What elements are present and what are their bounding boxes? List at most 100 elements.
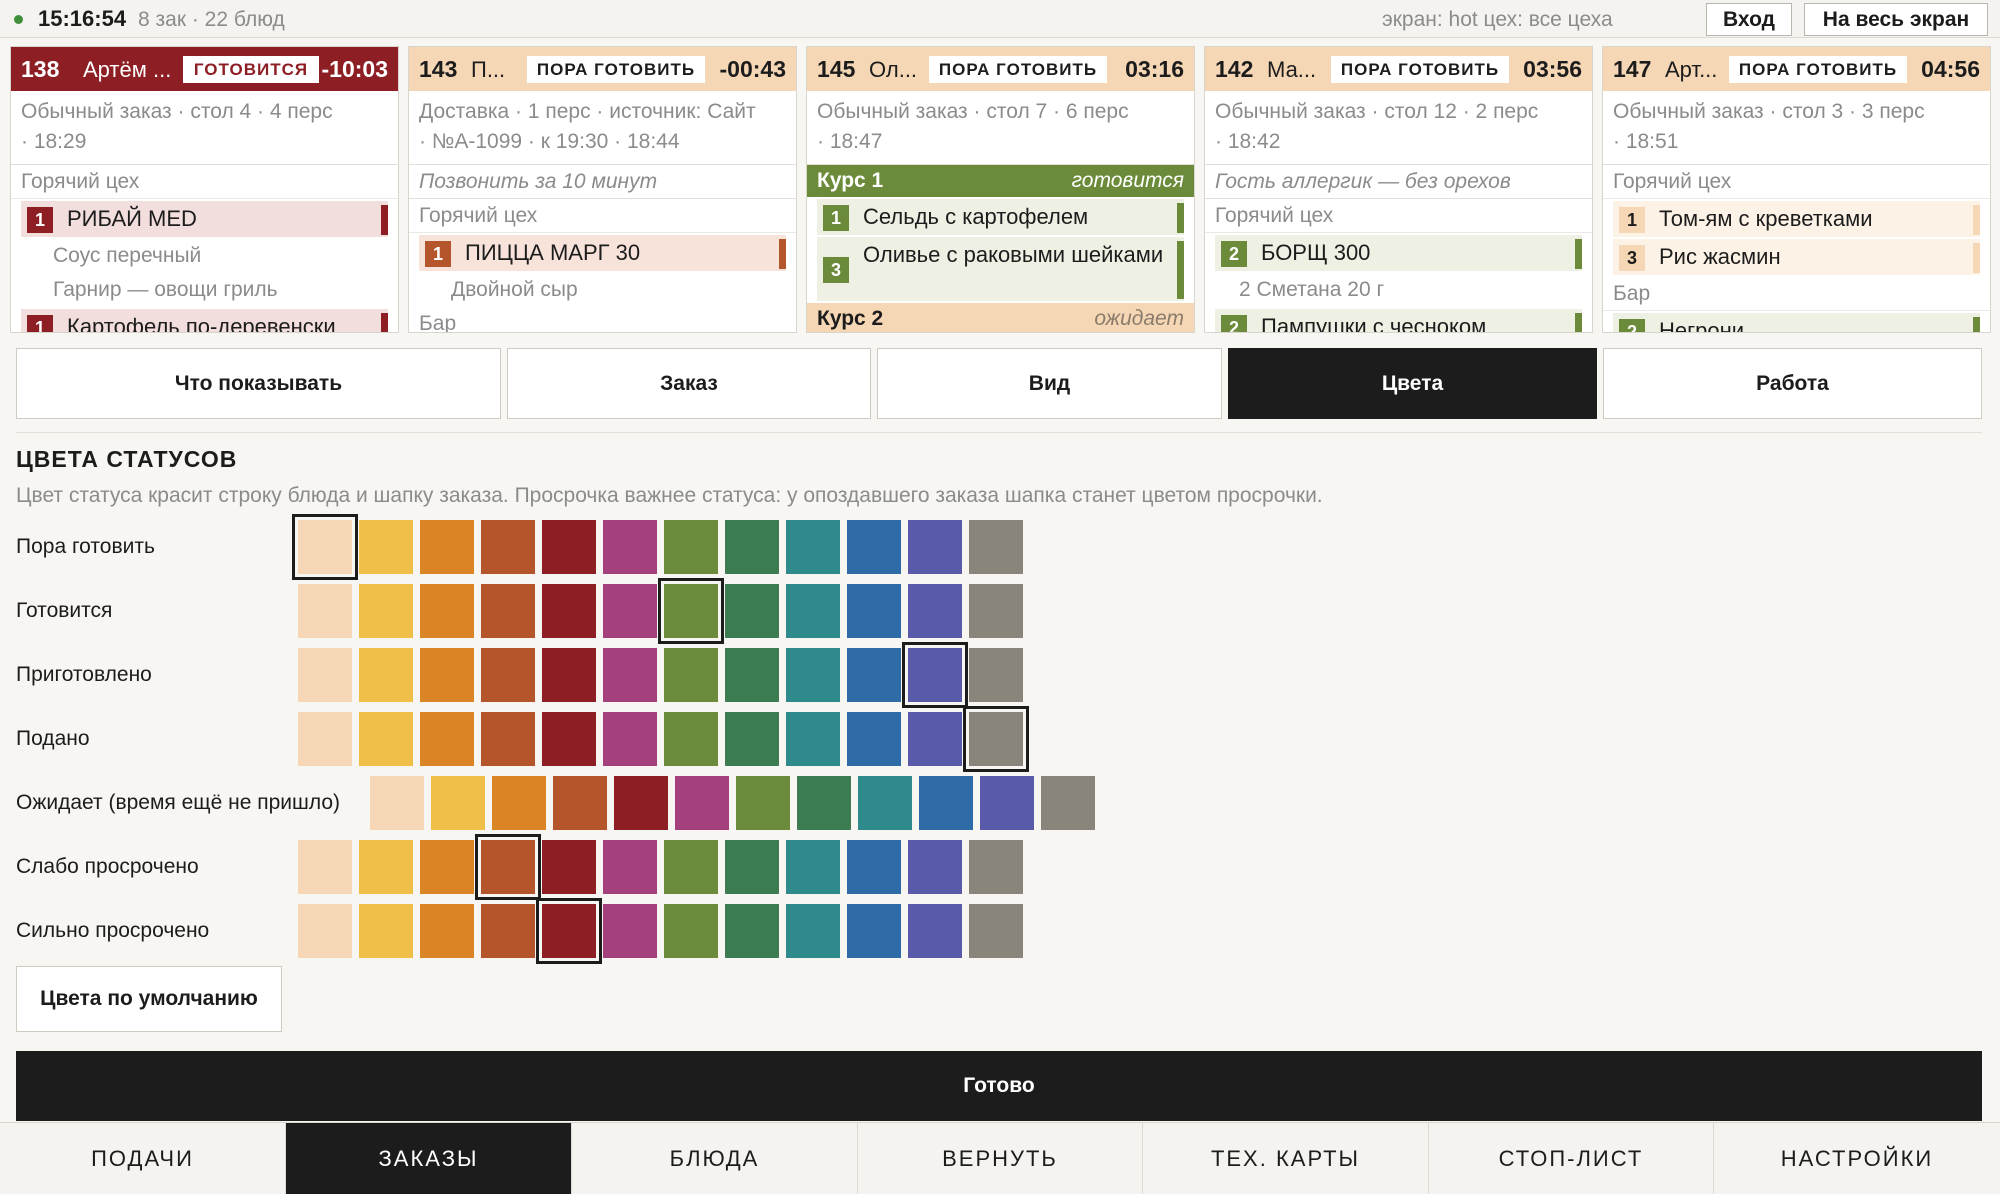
color-swatch[interactable] <box>475 834 541 900</box>
order-header[interactable]: 138 Артём ... ГОТОВИТСЯ -10:03 <box>11 47 398 91</box>
reset-colors-button[interactable]: Цвета по умолчанию <box>16 966 282 1032</box>
color-swatch[interactable] <box>847 712 901 766</box>
color-swatch[interactable] <box>603 648 657 702</box>
color-swatch[interactable] <box>298 712 352 766</box>
nav-dishes[interactable]: БЛЮДА <box>572 1123 858 1194</box>
color-swatch[interactable] <box>664 840 718 894</box>
tab-view[interactable]: Вид <box>877 348 1222 419</box>
tab-work[interactable]: Работа <box>1603 348 1982 419</box>
color-swatch[interactable] <box>481 712 535 766</box>
color-swatch[interactable] <box>797 776 851 830</box>
color-swatch[interactable] <box>786 648 840 702</box>
color-swatch[interactable] <box>359 648 413 702</box>
order-header[interactable]: 142 Ма... ПОРА ГОТОВИТЬ 03:56 <box>1205 47 1592 91</box>
color-swatch[interactable] <box>298 840 352 894</box>
fullscreen-button[interactable]: На весь экран <box>1804 3 1988 36</box>
color-swatch[interactable] <box>675 776 729 830</box>
color-swatch[interactable] <box>658 578 724 644</box>
color-swatch[interactable] <box>664 712 718 766</box>
color-swatch[interactable] <box>902 642 968 708</box>
color-swatch[interactable] <box>603 712 657 766</box>
color-swatch[interactable] <box>969 904 1023 958</box>
color-swatch[interactable] <box>359 712 413 766</box>
color-swatch[interactable] <box>736 776 790 830</box>
nav-settings[interactable]: НАСТРОЙКИ <box>1714 1123 2000 1194</box>
color-swatch[interactable] <box>553 776 607 830</box>
color-swatch[interactable] <box>969 584 1023 638</box>
dish-row[interactable]: 2 Негрони <box>1613 313 1980 332</box>
color-swatch[interactable] <box>542 584 596 638</box>
color-swatch[interactable] <box>614 776 668 830</box>
color-swatch[interactable] <box>847 520 901 574</box>
order-card[interactable]: 143 П... ПОРА ГОТОВИТЬ -00:43 Доставка ·… <box>408 46 797 333</box>
color-swatch[interactable] <box>420 584 474 638</box>
color-swatch[interactable] <box>492 776 546 830</box>
color-swatch[interactable] <box>481 584 535 638</box>
color-swatch[interactable] <box>481 904 535 958</box>
color-swatch[interactable] <box>359 904 413 958</box>
color-swatch[interactable] <box>664 520 718 574</box>
color-swatch[interactable] <box>292 514 358 580</box>
tab-colors[interactable]: Цвета <box>1228 348 1597 419</box>
color-swatch[interactable] <box>536 898 602 964</box>
dish-row[interactable]: 1 Том-ям с креветками <box>1613 201 1980 237</box>
done-button[interactable]: Готово <box>16 1051 1982 1121</box>
order-header[interactable]: 147 Арт... ПОРА ГОТОВИТЬ 04:56 <box>1603 47 1990 91</box>
color-swatch[interactable] <box>298 648 352 702</box>
color-swatch[interactable] <box>847 648 901 702</box>
color-swatch[interactable] <box>908 584 962 638</box>
order-header[interactable]: 143 П... ПОРА ГОТОВИТЬ -00:43 <box>409 47 796 91</box>
color-swatch[interactable] <box>603 584 657 638</box>
color-swatch[interactable] <box>786 584 840 638</box>
nav-return[interactable]: ВЕРНУТЬ <box>858 1123 1143 1194</box>
color-swatch[interactable] <box>542 648 596 702</box>
color-swatch[interactable] <box>725 584 779 638</box>
color-swatch[interactable] <box>359 840 413 894</box>
color-swatch[interactable] <box>542 712 596 766</box>
color-swatch[interactable] <box>1041 776 1095 830</box>
color-swatch[interactable] <box>370 776 424 830</box>
color-swatch[interactable] <box>963 706 1029 772</box>
dish-row[interactable]: 3 Оливье с раковыми шейками <box>817 237 1184 301</box>
order-card[interactable]: 145 Ол... ПОРА ГОТОВИТЬ 03:16 Обычный за… <box>806 46 1195 333</box>
dish-row[interactable]: 1 Картофель по-деревенски <box>21 309 388 332</box>
nav-orders[interactable]: ЗАКАЗЫ <box>286 1123 572 1194</box>
color-swatch[interactable] <box>908 520 962 574</box>
color-swatch[interactable] <box>298 584 352 638</box>
color-swatch[interactable] <box>359 520 413 574</box>
color-swatch[interactable] <box>725 520 779 574</box>
color-swatch[interactable] <box>847 904 901 958</box>
tab-order[interactable]: Заказ <box>507 348 871 419</box>
color-swatch[interactable] <box>603 840 657 894</box>
color-swatch[interactable] <box>420 520 474 574</box>
color-swatch[interactable] <box>725 648 779 702</box>
color-swatch[interactable] <box>908 904 962 958</box>
color-swatch[interactable] <box>969 840 1023 894</box>
dish-row[interactable]: 1 ПИЦЦА МАРГ 30 <box>419 235 786 271</box>
course-header[interactable]: Курс 2 ожидает <box>807 303 1194 332</box>
color-swatch[interactable] <box>786 520 840 574</box>
color-swatch[interactable] <box>847 840 901 894</box>
color-swatch[interactable] <box>786 904 840 958</box>
color-swatch[interactable] <box>980 776 1034 830</box>
dish-row[interactable]: 2 Пампушки с чесноком <box>1215 309 1582 332</box>
dish-row[interactable]: 1 Сельдь с картофелем <box>817 199 1184 235</box>
tab-what-to-show[interactable]: Что показывать <box>16 348 501 419</box>
nav-servings[interactable]: ПОДАЧИ <box>0 1123 286 1194</box>
login-button[interactable]: Вход <box>1706 3 1792 36</box>
color-swatch[interactable] <box>919 776 973 830</box>
color-swatch[interactable] <box>431 776 485 830</box>
color-swatch[interactable] <box>847 584 901 638</box>
order-card[interactable]: 147 Арт... ПОРА ГОТОВИТЬ 04:56 Обычный з… <box>1602 46 1991 333</box>
color-swatch[interactable] <box>908 712 962 766</box>
color-swatch[interactable] <box>420 648 474 702</box>
color-swatch[interactable] <box>481 648 535 702</box>
course-header[interactable]: Курс 1 готовится <box>807 165 1194 197</box>
color-swatch[interactable] <box>298 904 352 958</box>
dish-row[interactable]: 2 БОРЩ 300 <box>1215 235 1582 271</box>
color-swatch[interactable] <box>420 712 474 766</box>
color-swatch[interactable] <box>725 840 779 894</box>
color-swatch[interactable] <box>420 840 474 894</box>
color-swatch[interactable] <box>359 584 413 638</box>
color-swatch[interactable] <box>481 520 535 574</box>
